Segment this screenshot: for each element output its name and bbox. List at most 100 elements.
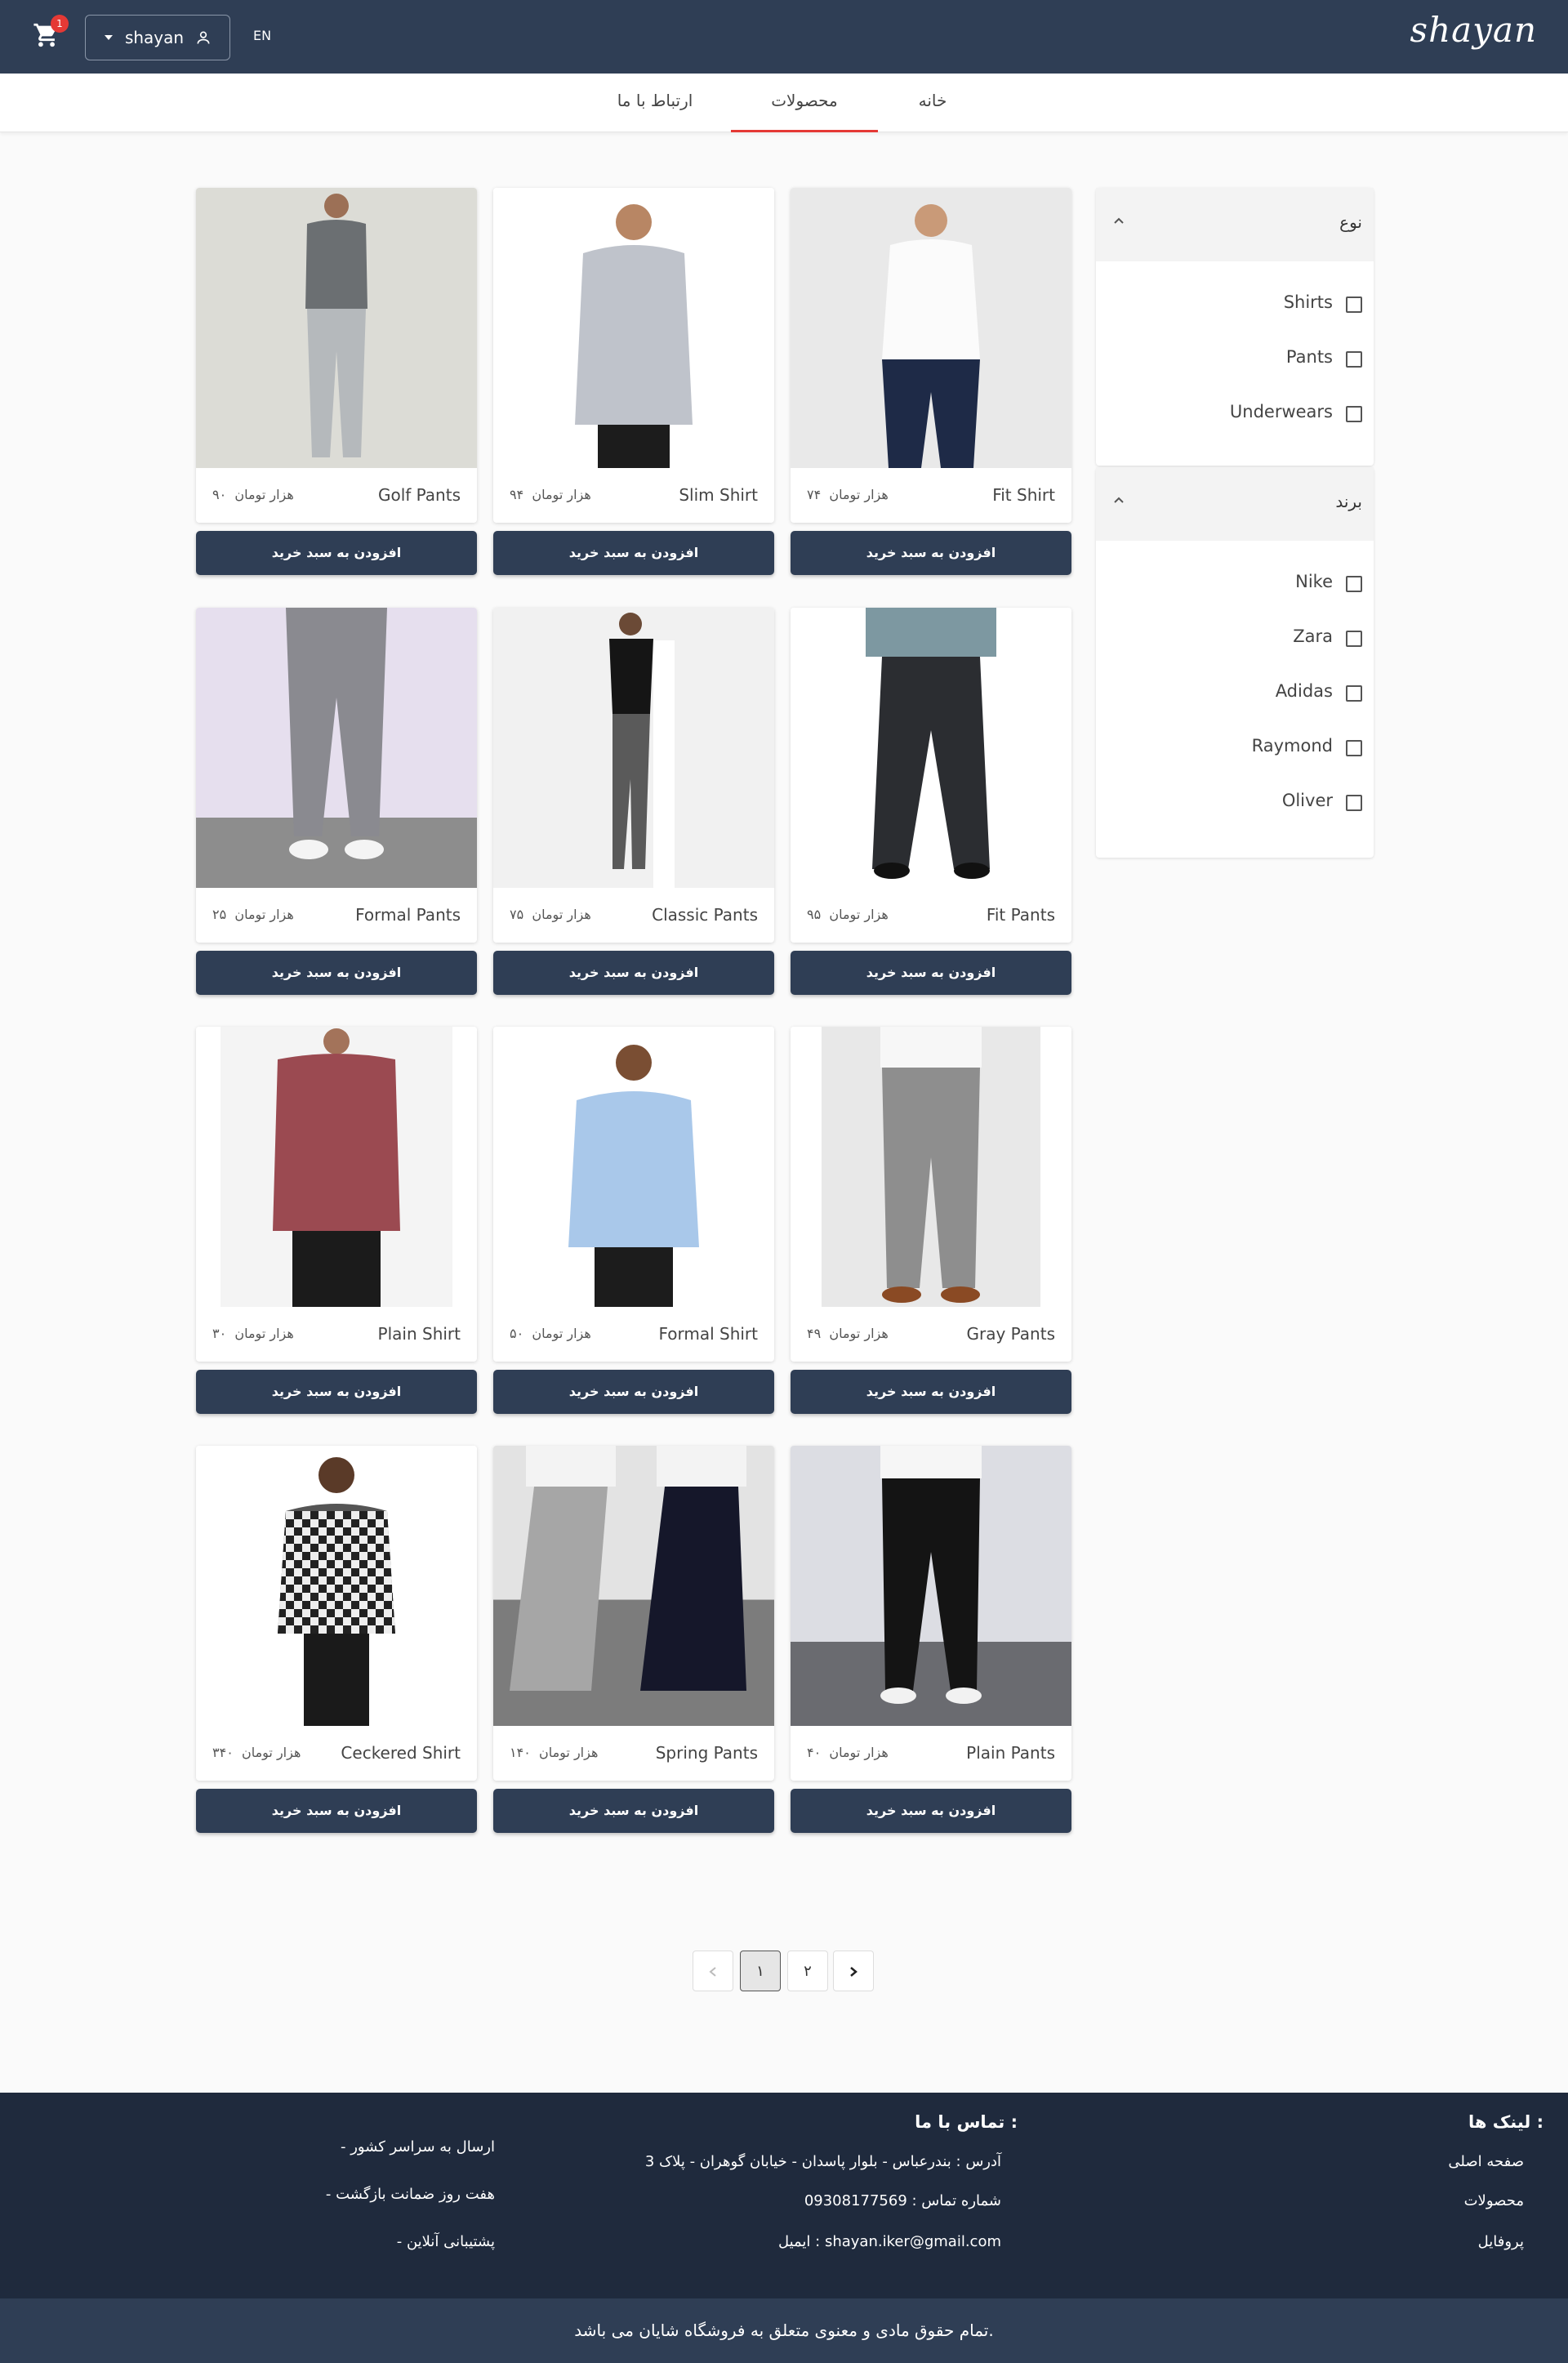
add-to-cart-button[interactable]: افزودن به سبد خرید bbox=[791, 951, 1071, 995]
product-card[interactable]: Fit Pants هزار تومان ۹۵ افزودن به سبد خر… bbox=[791, 608, 1071, 995]
product-image[interactable] bbox=[196, 188, 477, 468]
filter-option-label: Raymond bbox=[1251, 736, 1333, 756]
product-card[interactable]: Gray Pants هزار تومان ۴۹ افزودن به سبد خ… bbox=[791, 1027, 1071, 1414]
product-image[interactable] bbox=[196, 1027, 477, 1307]
product-image[interactable] bbox=[791, 608, 1071, 888]
product-card[interactable]: Formal Pants هزار تومان ۲۵ افزودن به سبد… bbox=[196, 608, 477, 995]
filter-type-header[interactable]: نوع bbox=[1096, 188, 1374, 261]
product-image[interactable] bbox=[791, 1446, 1071, 1726]
product-price: هزار تومان ۹۴ bbox=[510, 487, 591, 502]
filter-oliver-checkbox[interactable] bbox=[1346, 795, 1362, 811]
filter-type-panel: نوع Shirts Pants Underwears bbox=[1096, 188, 1374, 466]
footer-link-profile[interactable]: پروفایل bbox=[1478, 2233, 1524, 2250]
product-image[interactable] bbox=[791, 188, 1071, 468]
footer-email: ایمیل : shayan.iker@gmail.com bbox=[777, 2233, 1001, 2250]
product-name: Gray Pants bbox=[966, 1324, 1055, 1344]
user-menu-button[interactable]: shayan bbox=[85, 15, 230, 60]
add-to-cart-button[interactable]: افزودن به سبد خرید bbox=[196, 1370, 477, 1414]
product-name: Classic Pants bbox=[652, 905, 758, 925]
footer-feature: - ارسال به سراسر کشور bbox=[340, 2138, 495, 2156]
product-price: هزار تومان ۴۹ bbox=[807, 1326, 889, 1341]
add-to-cart-button[interactable]: افزودن به سبد خرید bbox=[493, 531, 774, 575]
add-to-cart-button[interactable]: افزودن به سبد خرید bbox=[493, 951, 774, 995]
page-1-button[interactable]: ۱ bbox=[740, 1951, 781, 1991]
footer-links-title: لینک ها : bbox=[1468, 2112, 1544, 2132]
add-to-cart-button[interactable]: افزودن به سبد خرید bbox=[196, 1789, 477, 1833]
chevron-right-icon bbox=[850, 1967, 858, 1977]
product-image[interactable] bbox=[196, 1446, 477, 1726]
product-image[interactable] bbox=[493, 188, 774, 468]
product-card[interactable]: Classic Pants هزار تومان ۷۵ افزودن به سب… bbox=[493, 608, 774, 995]
product-price: هزار تومان ۹۵ bbox=[807, 907, 889, 922]
product-price: هزار تومان ۳۴۰ bbox=[212, 1745, 301, 1760]
product-name: Formal Pants bbox=[355, 905, 461, 925]
product-card[interactable]: Plain Pants هزار تومان ۴۰ افزودن به سبد … bbox=[791, 1446, 1071, 1833]
filter-option-label: Shirts bbox=[1283, 292, 1333, 312]
chevron-up-icon bbox=[1114, 217, 1124, 224]
user-icon bbox=[197, 31, 210, 44]
product-price: هزار تومان ۴۰ bbox=[807, 1745, 889, 1760]
product-image[interactable] bbox=[493, 608, 774, 888]
add-to-cart-button[interactable]: افزودن به سبد خرید bbox=[493, 1370, 774, 1414]
add-to-cart-button[interactable]: افزودن به سبد خرید bbox=[791, 1370, 1071, 1414]
filter-shirts-checkbox[interactable] bbox=[1346, 296, 1362, 313]
add-to-cart-button[interactable]: افزودن به سبد خرید bbox=[791, 531, 1071, 575]
filter-adidas-checkbox[interactable] bbox=[1346, 685, 1362, 702]
product-image[interactable] bbox=[196, 608, 477, 888]
filter-option-label: Underwears bbox=[1229, 402, 1333, 421]
product-name: Fit Shirt bbox=[992, 485, 1055, 505]
site-logo[interactable]: shayan bbox=[1410, 10, 1537, 50]
footer-link-home[interactable]: صفحه اصلی bbox=[1448, 2153, 1524, 2170]
filter-pants-checkbox[interactable] bbox=[1346, 351, 1362, 368]
product-card[interactable]: Golf Pants هزار تومان ۹۰ افزودن به سبد خ… bbox=[196, 188, 477, 575]
filter-brand-title: برند bbox=[1335, 492, 1362, 511]
product-name: Spring Pants bbox=[655, 1743, 758, 1763]
user-name: shayan bbox=[124, 28, 185, 47]
add-to-cart-button[interactable]: افزودن به سبد خرید bbox=[196, 951, 477, 995]
add-to-cart-button[interactable]: افزودن به سبد خرید bbox=[196, 531, 477, 575]
product-card[interactable]: Formal Shirt هزار تومان ۵۰ افزودن به سبد… bbox=[493, 1027, 774, 1414]
product-card[interactable]: Ceckered Shirt هزار تومان ۳۴۰ افزودن به … bbox=[196, 1446, 477, 1833]
product-image[interactable] bbox=[493, 1027, 774, 1307]
filter-nike-checkbox[interactable] bbox=[1346, 576, 1362, 592]
page-2-button[interactable]: ۲ bbox=[787, 1951, 828, 1991]
footer-contact-title: تماس با ما : bbox=[915, 2112, 1018, 2132]
filter-option-label: Pants bbox=[1285, 347, 1333, 367]
product-card[interactable]: Spring Pants هزار تومان ۱۴۰ افزودن به سب… bbox=[493, 1446, 774, 1833]
language-switch[interactable]: EN bbox=[253, 28, 271, 43]
filter-option-label: Zara bbox=[1293, 626, 1333, 646]
main-nav: خانه محصولات ارتباط با ما bbox=[0, 74, 1568, 132]
add-to-cart-button[interactable]: افزودن به سبد خرید bbox=[493, 1789, 774, 1833]
product-card[interactable]: Plain Shirt هزار تومان ۳۰ افزودن به سبد … bbox=[196, 1027, 477, 1414]
filter-raymond-checkbox[interactable] bbox=[1346, 740, 1362, 756]
filter-brand-header[interactable]: برند bbox=[1096, 467, 1374, 541]
filter-zara-checkbox[interactable] bbox=[1346, 631, 1362, 647]
product-name: Formal Shirt bbox=[658, 1324, 758, 1344]
prev-page-button[interactable] bbox=[693, 1951, 733, 1991]
add-to-cart-button[interactable]: افزودن به سبد خرید bbox=[791, 1789, 1071, 1833]
footer-link-products[interactable]: محصولات bbox=[1464, 2192, 1524, 2209]
next-page-button[interactable] bbox=[833, 1951, 874, 1991]
nav-contact[interactable]: ارتباط با ما bbox=[581, 74, 728, 132]
filter-option-label: Oliver bbox=[1281, 791, 1333, 810]
cart-count-badge: 1 bbox=[51, 15, 69, 33]
product-image[interactable] bbox=[791, 1027, 1071, 1307]
filter-brand-panel: برند Nike Zara Adidas Raymond Oliver bbox=[1096, 467, 1374, 858]
footer-address: آدرس : بندرعباس - بلوار پاسدان - خیابان … bbox=[644, 2153, 1001, 2170]
product-card[interactable]: Slim Shirt هزار تومان ۹۴ افزودن به سبد خ… bbox=[493, 188, 774, 575]
nav-home[interactable]: خانه bbox=[859, 74, 1006, 132]
filter-type-title: نوع bbox=[1339, 212, 1362, 232]
nav-products[interactable]: محصولات bbox=[731, 74, 878, 132]
cart-button[interactable]: 1 bbox=[33, 15, 69, 54]
product-price: هزار تومان ۳۰ bbox=[212, 1326, 294, 1341]
product-image[interactable] bbox=[493, 1446, 774, 1726]
product-price: هزار تومان ۲۵ bbox=[212, 907, 294, 922]
product-card[interactable]: Fit Shirt هزار تومان ۷۴ افزودن به سبد خر… bbox=[791, 188, 1071, 575]
filter-option-label: Nike bbox=[1295, 572, 1333, 591]
chevron-up-icon bbox=[1114, 497, 1124, 503]
product-name: Golf Pants bbox=[377, 485, 461, 505]
filter-underwears-checkbox[interactable] bbox=[1346, 406, 1362, 422]
copyright-bar: تمام حقوق مادی و معنوی متعلق به فروشگاه … bbox=[0, 2298, 1568, 2363]
product-price: هزار تومان ۷۴ bbox=[807, 487, 889, 502]
site-footer: لینک ها : صفحه اصلی محصولات پروفایل تماس… bbox=[0, 2093, 1568, 2298]
